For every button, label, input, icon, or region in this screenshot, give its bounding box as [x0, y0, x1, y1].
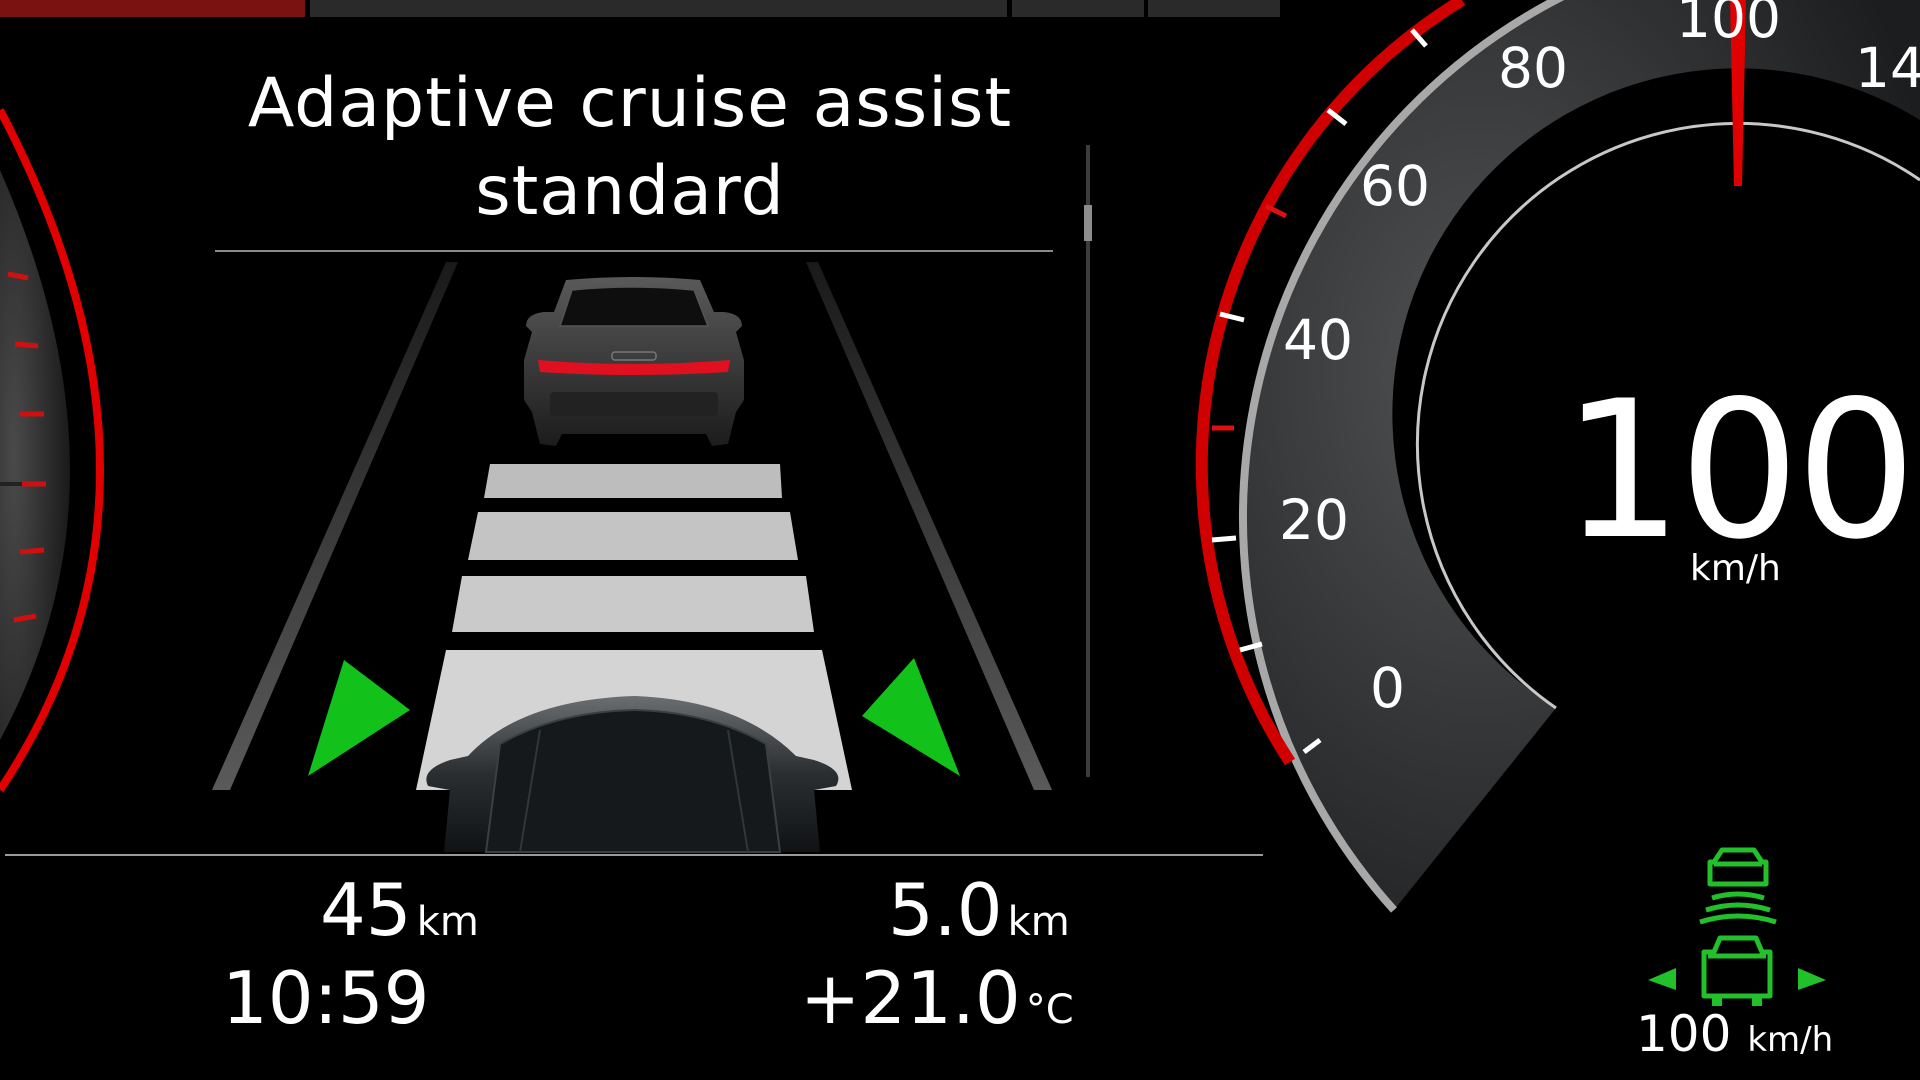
dial-tick-label-40: 40	[1283, 308, 1353, 372]
left-lane-arrow-icon	[308, 660, 410, 776]
acc-vehicle-distance-icon	[1648, 847, 1826, 1006]
dial-tick-label-60: 60	[1360, 154, 1430, 218]
acc-road-scene	[212, 262, 1052, 853]
distance-bar-3	[452, 576, 814, 632]
acc-set-speed: 100 km/h	[1636, 1005, 1833, 1063]
dial-tick-label-20: 20	[1279, 488, 1349, 552]
range-readout: 45 km	[320, 868, 479, 952]
distance-value: 5.0	[888, 868, 1003, 952]
info-divider	[5, 854, 1263, 856]
lead-vehicle	[524, 277, 744, 446]
dial-tick-label-0: 0	[1370, 656, 1405, 720]
range-unit: km	[416, 899, 479, 945]
temperature-value: +21.0	[800, 956, 1021, 1040]
acc-set-speed-unit: km/h	[1747, 1020, 1834, 1060]
distance-unit: km	[1007, 899, 1070, 945]
distance-bar-2	[468, 512, 798, 560]
acc-set-speed-value: 100	[1636, 1005, 1732, 1063]
digital-speed-unit: km/h	[1690, 548, 1781, 589]
distance-readout: 5.0 km	[888, 868, 1070, 952]
clock: 10:59	[222, 956, 430, 1040]
dial-tick-label-100: 100	[1676, 0, 1781, 50]
clock-value: 10:59	[222, 956, 430, 1040]
range-value: 45	[320, 868, 412, 952]
right-lane-arrow-icon	[862, 658, 960, 776]
distance-bar-1	[484, 464, 782, 498]
temperature-unit: °C	[1025, 987, 1074, 1033]
dial-tick-label-80: 80	[1498, 36, 1568, 100]
outside-temperature: +21.0 °C	[800, 956, 1074, 1040]
dial-tick-label-140: 14	[1855, 36, 1920, 100]
instrument-cluster: Adaptive cruise assist standard 45 km 10…	[0, 0, 1920, 1080]
